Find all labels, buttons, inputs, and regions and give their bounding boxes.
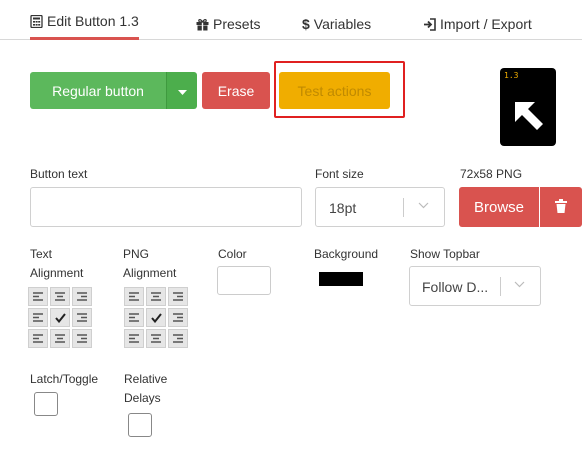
background-color-picker[interactable] bbox=[314, 266, 368, 295]
sign-in-icon bbox=[423, 17, 436, 31]
png-align-middle-center-selected[interactable] bbox=[146, 308, 166, 327]
regular-button-label: Regular button bbox=[52, 82, 144, 99]
png-alignment-grid bbox=[124, 287, 188, 348]
tab-label: Import / Export bbox=[440, 16, 532, 32]
png-align-top-center[interactable] bbox=[146, 287, 166, 306]
dollar-icon: $ bbox=[302, 16, 310, 32]
relative-delays-label-line2: Delays bbox=[124, 391, 161, 405]
background-label: Background bbox=[314, 247, 379, 261]
tab-label: Edit Button 1.3 bbox=[47, 13, 139, 29]
align-middle-left[interactable] bbox=[28, 308, 48, 327]
browse-button-label: Browse bbox=[473, 198, 525, 216]
text-alignment-label-line2: Alignment bbox=[30, 266, 84, 280]
tab-presets[interactable]: Presets bbox=[196, 8, 260, 40]
browse-button[interactable]: Browse bbox=[459, 187, 539, 227]
show-topbar-value: Follow D... bbox=[422, 279, 489, 295]
button-type-dropdown[interactable] bbox=[166, 72, 197, 109]
erase-button[interactable]: Erase bbox=[202, 72, 270, 109]
align-bottom-right[interactable] bbox=[72, 329, 92, 348]
png-align-bottom-right[interactable] bbox=[168, 329, 188, 348]
align-top-right[interactable] bbox=[72, 287, 92, 306]
preview-corner-text: 1.3 bbox=[504, 71, 519, 80]
text-alignment-label-line1: Text bbox=[30, 247, 53, 261]
png-alignment-label-line1: PNG bbox=[123, 247, 150, 261]
test-actions-label: Test actions bbox=[297, 82, 372, 99]
png-align-top-left[interactable] bbox=[124, 287, 144, 306]
chevron-down-icon bbox=[418, 201, 429, 212]
font-size-value: 18pt bbox=[329, 200, 357, 216]
font-size-label: Font size bbox=[315, 167, 364, 181]
tab-edit-button[interactable]: Edit Button 1.3 bbox=[30, 8, 139, 40]
show-topbar-select[interactable]: Follow D... bbox=[409, 266, 541, 306]
button-text-label: Button text bbox=[30, 167, 88, 181]
test-actions-button[interactable]: Test actions bbox=[279, 72, 390, 109]
relative-delays-label-line1: Relative bbox=[124, 372, 168, 386]
align-top-center[interactable] bbox=[50, 287, 70, 306]
png-size-label: 72x58 PNG bbox=[460, 167, 523, 181]
png-align-top-right[interactable] bbox=[168, 287, 188, 306]
erase-button-label: Erase bbox=[217, 82, 255, 99]
arrow-up-left-icon bbox=[509, 96, 547, 139]
latch-toggle-checkbox[interactable] bbox=[34, 392, 58, 416]
png-align-bottom-left[interactable] bbox=[124, 329, 144, 348]
tab-label: Presets bbox=[213, 16, 261, 32]
select-separator bbox=[403, 198, 404, 217]
select-separator bbox=[500, 277, 501, 296]
text-color-swatch[interactable] bbox=[217, 266, 271, 295]
align-middle-center-selected[interactable] bbox=[50, 308, 70, 327]
png-alignment-label-line2: Alignment bbox=[123, 266, 177, 280]
relative-delays-checkbox[interactable] bbox=[128, 413, 152, 437]
align-top-left[interactable] bbox=[28, 287, 48, 306]
latch-toggle-label: Latch/Toggle bbox=[30, 372, 99, 386]
align-bottom-center[interactable] bbox=[50, 329, 70, 348]
calculator-icon bbox=[30, 14, 43, 28]
align-middle-right[interactable] bbox=[72, 308, 92, 327]
tab-variables[interactable]: $ Variables bbox=[302, 8, 371, 40]
delete-png-button[interactable] bbox=[540, 187, 582, 227]
show-topbar-label: Show Topbar bbox=[410, 247, 480, 261]
text-alignment-grid bbox=[28, 287, 92, 348]
trash-icon bbox=[555, 198, 567, 216]
tab-import-export[interactable]: Import / Export bbox=[423, 8, 532, 40]
caret-down-icon bbox=[177, 83, 187, 99]
png-align-middle-left[interactable] bbox=[124, 308, 144, 327]
tab-label: Variables bbox=[313, 16, 372, 32]
gift-icon bbox=[196, 18, 209, 31]
chevron-down-icon bbox=[514, 280, 525, 291]
regular-button-style[interactable]: Regular button bbox=[30, 72, 166, 109]
png-align-bottom-center[interactable] bbox=[146, 329, 166, 348]
png-align-middle-right[interactable] bbox=[168, 308, 188, 327]
tab-bar: Edit Button 1.3 Presets $ Variables Impo… bbox=[0, 0, 582, 40]
button-preview: 1.3 bbox=[500, 68, 556, 146]
button-text-input[interactable] bbox=[30, 187, 302, 227]
align-bottom-left[interactable] bbox=[28, 329, 48, 348]
background-color-swatch bbox=[319, 272, 363, 286]
color-label: Color bbox=[218, 247, 247, 261]
font-size-select[interactable]: 18pt bbox=[315, 187, 445, 227]
